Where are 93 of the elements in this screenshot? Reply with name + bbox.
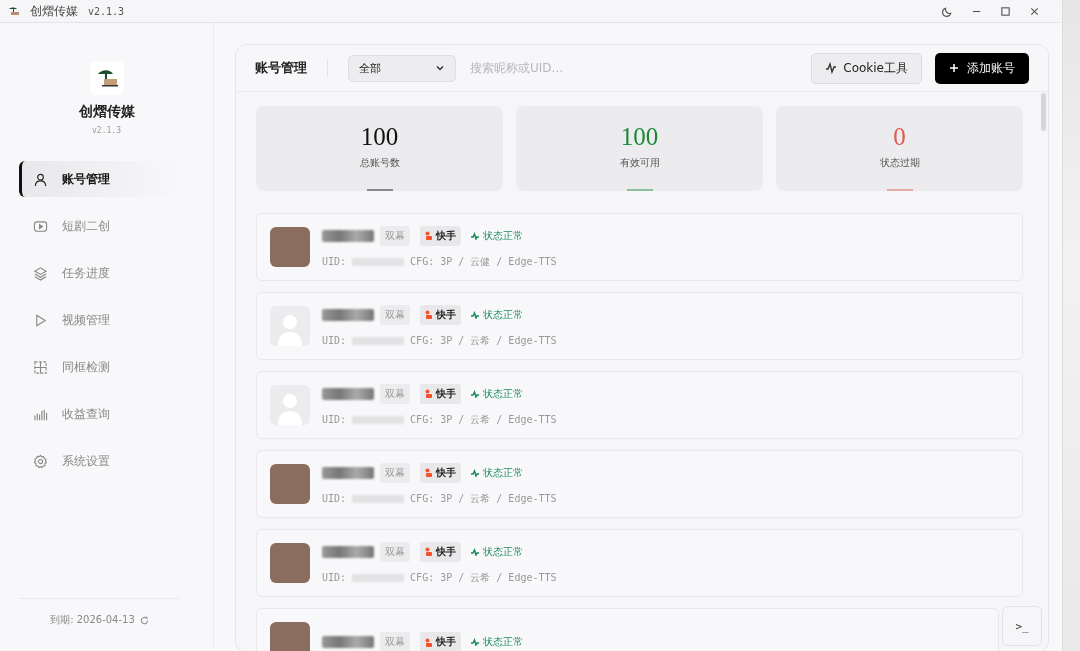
account-tag: 双幕 [380,225,410,246]
maximize-icon[interactable] [1000,5,1011,17]
plus-icon [949,63,959,73]
photo-placeholder [270,622,310,651]
status-label: 状态正常 [471,635,523,649]
blurred-name [322,636,374,648]
sidebar-item[interactable]: 收益查询 [19,396,179,432]
pulse-icon [471,389,479,398]
account-tag: 双幕 [380,383,410,404]
window-title: 创熠传媒 [30,2,78,20]
account-tag: 双幕 [380,541,410,562]
refresh-icon[interactable] [139,615,149,625]
blurred-name [322,466,374,479]
blurred-name [322,545,374,558]
config-text: CFG: 3P / 云希 / Edge-TTS [410,491,557,506]
chevron-down-icon [435,63,445,73]
platform-logo-icon [425,637,433,647]
sidebar-item[interactable]: 任务进度 [19,255,179,291]
stat-label: 有效可用 [619,157,660,170]
app-logo-icon [8,6,20,16]
search-field[interactable]: 搜索昵称或UID... [468,60,772,76]
uid-label: UID: [322,493,347,504]
platform-logo-icon [425,389,433,398]
play-icon [33,312,48,328]
stat-label: 状态过期 [879,157,920,170]
status-label: 状态正常 [471,544,523,559]
blurred-name [322,308,374,321]
account-card[interactable]: 双幕 快手 状态正常 UID: CFG: 3P / 云希 / Edge-TTS [256,450,1023,518]
account-tag: 双幕 [380,304,410,325]
photo-placeholder [270,227,310,267]
filter-dropdown[interactable]: 全部 [348,54,456,82]
config-text: CFG: 3P / 云希 / Edge-TTS [410,412,557,427]
platform-badge: 快手 [420,225,461,246]
uid-label: UID: [322,335,347,346]
pulse-icon [471,468,479,477]
account-tag: 双幕 [380,632,410,651]
platform-badge: 快手 [420,383,461,404]
pulse-icon [471,231,479,240]
pulse-icon [825,62,838,74]
status-label: 状态正常 [471,386,523,401]
frame-grid-icon [33,359,48,375]
config-text: CFG: 3P / 云健 / Edge-TTS [410,254,557,269]
sidebar-item[interactable]: 同框检测 [19,349,179,385]
stat-value: 100 [620,123,659,151]
stat-value: 100 [360,123,399,151]
photo-placeholder [270,464,310,504]
account-card[interactable]: 双幕 快手 状态正常 [256,608,999,651]
sidebar-item[interactable]: 系统设置 [19,443,179,479]
platform-badge: 快手 [420,304,461,325]
status-label: 状态正常 [471,307,523,322]
status-label: 状态正常 [471,465,523,480]
stat-label: 总账号数 [359,157,400,170]
layers-icon [33,265,48,281]
sidebar-item[interactable]: 短剧二创 [19,208,179,244]
user-icon [33,171,48,187]
cookie-tool-button[interactable]: Cookie工具 [811,52,922,84]
platform-badge: 快手 [420,462,461,483]
blurred-name [322,387,374,400]
account-card[interactable]: 双幕 快手 状态正常 UID: CFG: 3P / 云健 / Edge-TTS [256,213,1023,281]
platform-badge: 快手 [420,541,461,562]
account-tag: 双幕 [380,462,410,483]
config-text: CFG: 3P / 云希 / Edge-TTS [410,333,557,348]
uid-label: UID: [322,572,347,583]
video-icon [33,218,48,234]
close-icon[interactable] [1029,5,1040,17]
platform-logo-icon [425,231,433,240]
window-version: v2.1.3 [88,5,125,17]
uid-label: UID: [322,256,347,267]
brand-version: v2.1.3 [92,126,121,135]
page-title: 账号管理 [255,59,328,77]
terminal-button[interactable]: >_ [1002,606,1042,646]
sidebar-item[interactable]: 视频管理 [19,302,179,338]
pulse-icon [471,310,479,319]
account-card[interactable]: 双幕 快手 状态正常 UID: CFG: 3P / 云希 / Edge-TTS [256,529,1023,597]
expiry-date: 到期: 2026-04-13 [50,613,135,627]
settings-icon [33,453,48,469]
platform-logo-icon [425,468,433,477]
uid-label: UID: [322,414,347,425]
photo-placeholder [270,543,310,583]
platform-logo-icon [425,547,433,556]
stat-value: 0 [893,123,906,151]
account-card[interactable]: 双幕 快手 状态正常 UID: CFG: 3P / 云希 / Edge-TTS [256,292,1023,360]
blurred-name [322,229,374,242]
account-card[interactable]: 双幕 快手 状态正常 UID: CFG: 3P / 云希 / Edge-TTS [256,371,1023,439]
dark-mode-icon[interactable] [942,5,953,17]
status-label: 状态正常 [471,228,523,243]
brand-name: 创熠传媒 [78,103,135,121]
add-account-button[interactable]: 添加账号 [935,52,1029,84]
platform-logo-icon [425,310,433,319]
platform-badge: 快手 [420,632,461,651]
pulse-icon [471,638,479,646]
config-text: CFG: 3P / 云希 / Edge-TTS [410,570,557,585]
pulse-icon [471,547,479,556]
